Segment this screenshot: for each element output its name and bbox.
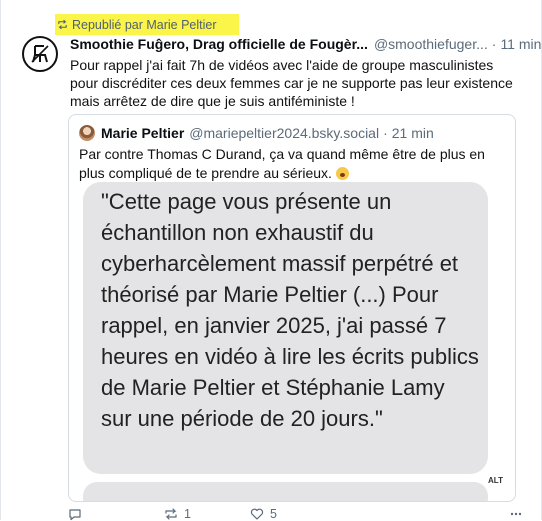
post-actions: 1 5 [68, 507, 523, 521]
alt-text-badge[interactable]: ALT [484, 474, 507, 487]
post-timestamp[interactable]: 11 min [500, 36, 541, 52]
repost-icon [165, 508, 177, 520]
more-icon [510, 512, 522, 516]
quoted-post-text-block: Par contre Thomas C Durand, ça va quand … [79, 145, 504, 182]
quoted-author-avatar[interactable] [79, 125, 95, 141]
like-button[interactable]: 5 [250, 507, 405, 521]
quoted-post-text: Par contre Thomas C Durand, ça va quand … [79, 146, 485, 181]
quoted-author-name[interactable]: Marie Peltier [101, 125, 184, 141]
post-author-handle[interactable]: @smoothiefuger... [374, 36, 488, 52]
more-options-button[interactable] [509, 507, 523, 521]
quoted-image-continuation [83, 482, 488, 501]
quoted-timestamp[interactable]: 21 min [392, 125, 434, 141]
repost-icon [58, 19, 67, 30]
quoted-post[interactable]: Marie Peltier @mariepeltier2024.bsky.soc… [68, 114, 516, 502]
reply-icon [69, 509, 81, 521]
post-author-name[interactable]: Smoothie Fuĝero, Drag officielle de Foug… [70, 36, 368, 52]
quoted-image-text: "Cette page vous présente un échantillon… [101, 189, 479, 431]
quoted-image[interactable]: "Cette page vous présente un échantillon… [83, 182, 488, 474]
post-text: Pour rappel j'ai fait 7h de vidéos avec … [70, 57, 513, 109]
repost-button[interactable]: 1 [164, 507, 250, 521]
repost-label: Republié par Marie Peltier [72, 17, 217, 32]
post-header: Smoothie Fuĝero, Drag officielle de Foug… [70, 36, 541, 52]
like-count: 5 [270, 507, 277, 521]
quoted-header-separator: · [383, 125, 388, 141]
pouting-face-emoji [335, 166, 349, 180]
reply-button[interactable] [68, 507, 164, 521]
quoted-author-handle[interactable]: @mariepeltier2024.bsky.social [189, 125, 379, 141]
repost-count: 1 [184, 507, 191, 521]
heart-icon [250, 508, 264, 520]
repost-indicator[interactable]: Republié par Marie Peltier [55, 14, 239, 35]
quoted-post-header: Marie Peltier @mariepeltier2024.bsky.soc… [79, 125, 505, 141]
chair-logo-avatar [31, 45, 49, 63]
feed-border-left [0, 0, 1, 520]
author-avatar[interactable] [22, 36, 58, 72]
header-separator: · [491, 36, 497, 52]
